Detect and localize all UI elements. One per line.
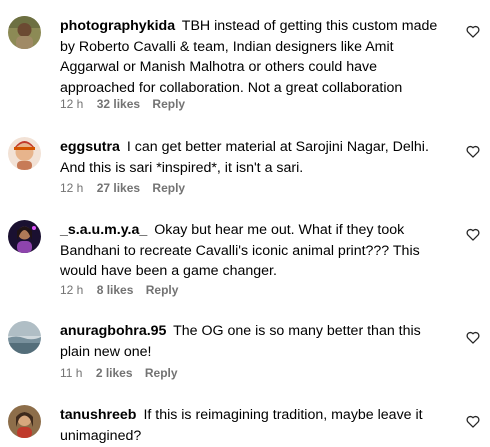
comment-meta: 12 h 27 likes Reply xyxy=(60,181,185,195)
comment-item: anuragbohra.95 The OG one is so many bet… xyxy=(0,321,490,383)
avatar-photo-icon xyxy=(8,16,41,49)
comment-time[interactable]: 12 h xyxy=(60,97,83,111)
comment-time[interactable]: 12 h xyxy=(60,181,83,195)
comment-body: eggsutra I can get better material at Sa… xyxy=(60,137,452,178)
heart-icon[interactable] xyxy=(466,25,480,38)
avatar-photo-icon xyxy=(8,137,41,170)
avatar[interactable] xyxy=(8,405,41,438)
comment-username[interactable]: photographykida xyxy=(60,18,175,34)
heart-icon[interactable] xyxy=(466,415,480,428)
comment-meta: 11 h 2 likes Reply xyxy=(60,366,178,380)
comment-item: eggsutra I can get better material at Sa… xyxy=(0,137,490,197)
avatar[interactable] xyxy=(8,137,41,170)
reply-button[interactable]: Reply xyxy=(152,181,185,195)
comment-username[interactable]: _s.a.u.m.y.a_ xyxy=(60,222,147,238)
avatar-photo-icon xyxy=(8,405,41,438)
avatar[interactable] xyxy=(8,220,41,253)
comment-likes[interactable]: 2 likes xyxy=(96,366,133,380)
comment-item: photographykida TBH instead of getting t… xyxy=(0,16,490,111)
comment-username[interactable]: eggsutra xyxy=(60,139,120,155)
reply-button[interactable]: Reply xyxy=(146,283,179,297)
avatar-photo-icon xyxy=(8,321,41,354)
avatar[interactable] xyxy=(8,321,41,354)
comment-likes[interactable]: 32 likes xyxy=(97,97,140,111)
comment-time[interactable]: 12 h xyxy=(60,283,83,297)
comments-list: photographykida TBH instead of getting t… xyxy=(0,0,490,447)
comment-body: _s.a.u.m.y.a_ Okay but hear me out. What… xyxy=(60,220,452,282)
comment-username[interactable]: anuragbohra.95 xyxy=(60,323,166,339)
comment-meta: 12 h 8 likes Reply xyxy=(60,283,178,297)
comment-time[interactable]: 11 h xyxy=(60,366,82,380)
comment-body: tanushreeb If this is reimagining tradit… xyxy=(60,405,452,446)
comment-likes[interactable]: 8 likes xyxy=(97,283,134,297)
heart-icon[interactable] xyxy=(466,145,480,158)
comment-item: _s.a.u.m.y.a_ Okay but hear me out. What… xyxy=(0,220,490,300)
comment-likes[interactable]: 27 likes xyxy=(97,181,140,195)
reply-button[interactable]: Reply xyxy=(152,97,185,111)
avatar-photo-icon xyxy=(8,220,41,253)
comment-body: photographykida TBH instead of getting t… xyxy=(60,16,452,98)
comment-meta: 12 h 32 likes Reply xyxy=(60,97,185,111)
comment-body: anuragbohra.95 The OG one is so many bet… xyxy=(60,321,452,362)
avatar[interactable] xyxy=(8,16,41,49)
reply-button[interactable]: Reply xyxy=(145,366,178,380)
comment-item: tanushreeb If this is reimagining tradit… xyxy=(0,405,490,447)
heart-icon[interactable] xyxy=(466,228,480,241)
heart-icon[interactable] xyxy=(466,331,480,344)
comment-username[interactable]: tanushreeb xyxy=(60,407,136,423)
